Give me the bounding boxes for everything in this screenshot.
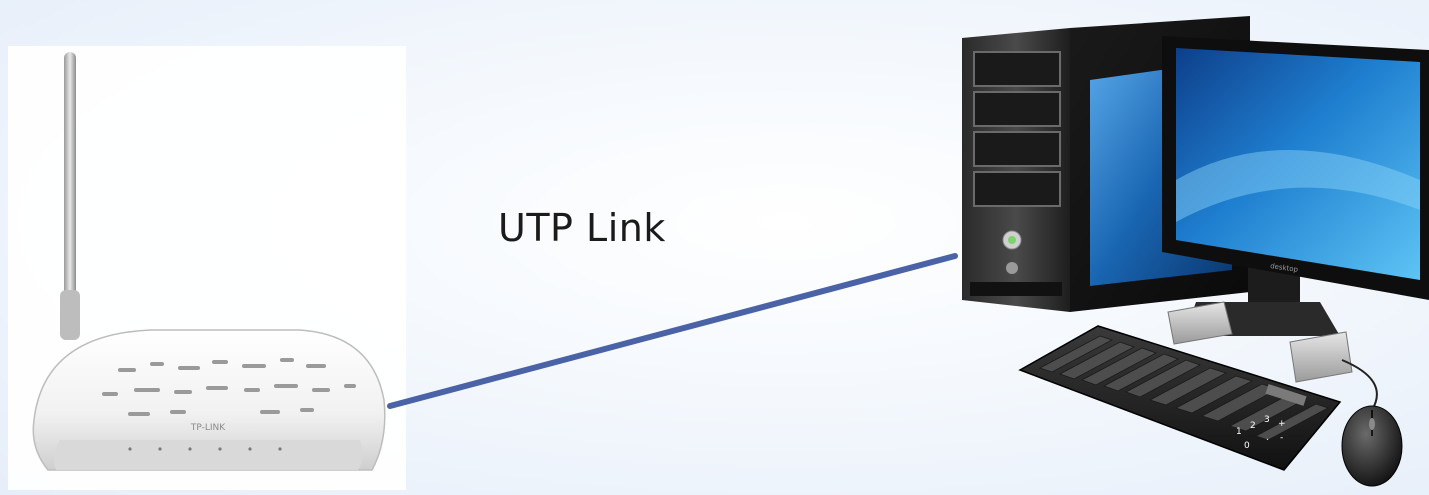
svg-text:-: - bbox=[1280, 433, 1283, 443]
svg-text:3: 3 bbox=[1264, 415, 1270, 425]
router-front-edge bbox=[53, 440, 363, 470]
svg-text:2: 2 bbox=[1250, 421, 1256, 431]
link-label: UTP Link bbox=[498, 206, 666, 250]
router-device: TP-LINK bbox=[8, 46, 406, 490]
reset-button-icon bbox=[1006, 262, 1018, 274]
svg-text:0: 0 bbox=[1244, 441, 1250, 451]
svg-text:.: . bbox=[1266, 433, 1269, 443]
desktop-computer: desktop 123 0. +- bbox=[962, 16, 1429, 487]
left-speaker bbox=[1167, 301, 1233, 345]
right-speaker bbox=[1289, 331, 1353, 383]
network-diagram: TP-LINK desktop 123 0. +- bbox=[8, 16, 1429, 490]
router-brand-label: TP-LINK bbox=[190, 423, 226, 433]
svg-text:+: + bbox=[1278, 419, 1286, 429]
utp-link-line bbox=[387, 253, 958, 409]
tower-vent bbox=[970, 282, 1062, 296]
svg-text:1: 1 bbox=[1236, 427, 1242, 437]
